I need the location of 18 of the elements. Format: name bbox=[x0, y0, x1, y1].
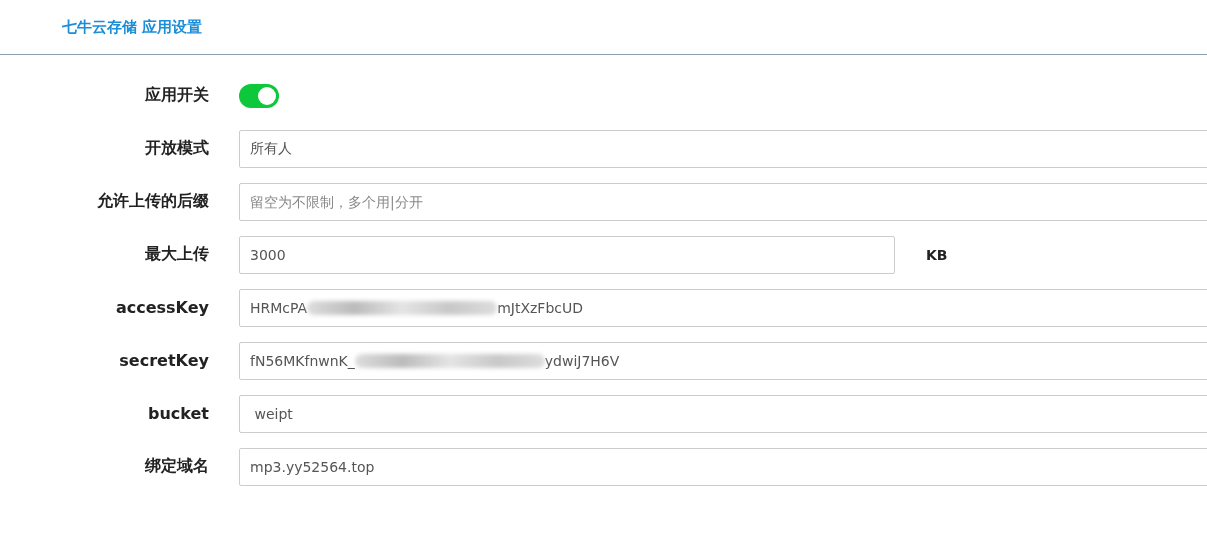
unit-label: KB bbox=[926, 246, 948, 263]
input-field[interactable]: 留空为不限制，多个用|分开 bbox=[239, 182, 1207, 221]
input-field[interactable]: fN56MKfnwnK_ ydwiJ7H6V bbox=[239, 341, 1207, 380]
toggle-switch[interactable] bbox=[239, 83, 279, 108]
field-label: 绑定域名 bbox=[143, 456, 209, 477]
field-label: accessKey bbox=[114, 298, 209, 317]
field-label: 最大上传 bbox=[144, 244, 209, 265]
input-field[interactable]: 所有人 bbox=[239, 129, 1207, 168]
field-label: 允许上传的后缀 bbox=[96, 191, 209, 212]
input-field[interactable]: mp3.yy52564.top bbox=[239, 447, 1207, 486]
field-label: bucket bbox=[146, 404, 209, 423]
input-field[interactable]: HRMcPA mJtXzFbcUD bbox=[239, 288, 1207, 327]
field-label: secretKey bbox=[118, 351, 209, 370]
input-field[interactable]: weipt bbox=[239, 394, 1207, 433]
page-title: 七牛云存储 应用设置 bbox=[62, 17, 203, 37]
field-label: 开放模式 bbox=[144, 138, 209, 159]
input-field[interactable]: 3000 bbox=[239, 235, 895, 274]
field-label: 应用开关 bbox=[144, 85, 209, 106]
